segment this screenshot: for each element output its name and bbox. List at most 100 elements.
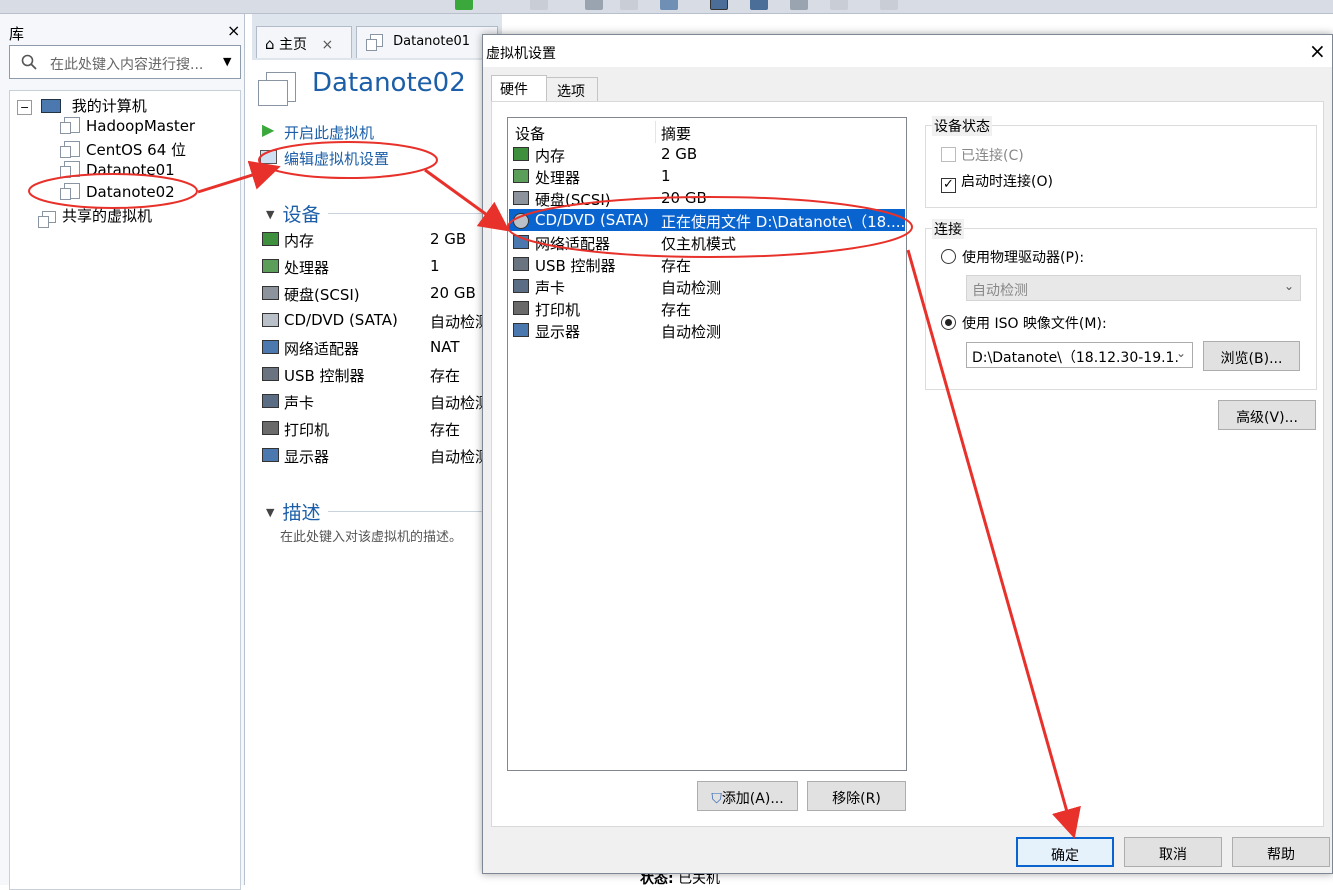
remove-hardware-button[interactable]: 移除(R) (807, 781, 906, 811)
vm-device-name: 网络适配器 (284, 340, 360, 358)
hardware-row[interactable]: 网络适配器 仅主机模式 (509, 231, 905, 253)
advanced-button[interactable]: 高级(V)... (1218, 400, 1316, 430)
toolbar-icon[interactable] (790, 0, 808, 10)
tab-options[interactable]: 选项 (546, 77, 598, 102)
column-header-device[interactable]: 设备 (515, 123, 545, 144)
hardware-summary: 仅主机模式 (661, 235, 737, 253)
vm-device-value: 20 GB (430, 284, 476, 302)
toolbar-icon[interactable] (530, 0, 548, 10)
vm-settings-dialog: 虚拟机设置 × 硬件 选项 设备 摘要 内存 2 GB 处理器 1 硬盘(SCSI) 20… (482, 34, 1333, 874)
hardware-row[interactable]: CD/DVD (SATA) 正在使用文件 D:\Datanote\（18.... (509, 209, 905, 231)
hardware-row[interactable]: 处理器 1 (509, 165, 905, 187)
add-hardware-button[interactable]: ⛉添加(A)... (697, 781, 798, 811)
column-header-summary[interactable]: 摘要 (661, 123, 691, 144)
help-button[interactable]: 帮助 (1232, 837, 1330, 867)
vm-device-name: 内存 (284, 232, 315, 250)
collapse-arrow-icon: ▼ (266, 506, 275, 519)
tab-home[interactable]: ⌂ 主页 × (256, 26, 352, 58)
tree-item-my-computer[interactable]: − 我的计算机 (17, 95, 147, 116)
connect-at-power-on-label: 启动时连接(O) (961, 174, 1053, 190)
vm-device-row[interactable]: 声卡 (262, 392, 315, 413)
physical-drive-radio[interactable]: 使用物理驱动器(P): (941, 247, 1084, 267)
vm-device-row[interactable]: 处理器 (262, 257, 329, 278)
iso-file-combo[interactable]: D:\Datanote\（18.12.30-19.1. ⌄ (966, 342, 1193, 368)
toolbar-icon[interactable] (710, 0, 728, 10)
hardware-list-header: 设备 摘要 (509, 121, 905, 143)
chevron-down-icon[interactable]: ▼ (223, 55, 231, 68)
vm-device-value: 存在 (430, 367, 461, 385)
tab-label: Datanote01 (393, 34, 471, 49)
cd-dvd-icon (513, 213, 529, 229)
search-placeholder: 在此处键入内容进行搜... (50, 57, 204, 73)
vm-icon (60, 141, 80, 158)
vm-device-row[interactable]: CD/DVD (SATA) (262, 311, 398, 329)
toolbar-icon[interactable] (620, 0, 638, 10)
edit-settings-link[interactable]: 编辑虚拟机设置 (260, 148, 389, 169)
hardware-row[interactable]: 打印机 存在 (509, 297, 905, 319)
connect-at-power-on-checkbox[interactable]: ✓ 启动时连接(O) (941, 171, 1053, 193)
search-icon (21, 54, 37, 70)
tree-label: 共享的虚拟机 (62, 207, 153, 225)
ok-button[interactable]: 确定 (1016, 837, 1114, 867)
description-section-header[interactable]: ▼ 描述 (266, 498, 320, 525)
toolbar-icon[interactable] (585, 0, 603, 10)
tab-close-button[interactable]: × (321, 37, 333, 53)
vm-summary-panel: Datanote02 ▶ 开启此虚拟机 编辑虚拟机设置 ▼ 设备 ▼ 描述 在此处键入… (252, 60, 490, 885)
hardware-device: 内存 (535, 147, 566, 165)
toolbar-icon[interactable] (880, 0, 898, 10)
tree-item-vm-selected[interactable]: Datanote02 (60, 183, 175, 201)
devices-section-header[interactable]: ▼ 设备 (266, 200, 320, 227)
vm-device-name: 打印机 (284, 421, 330, 439)
toolbar-icon[interactable] (750, 0, 768, 10)
tree-item-vm[interactable]: CentOS 64 位 (60, 139, 187, 160)
vm-device-row[interactable]: 网络适配器 (262, 338, 360, 359)
library-search-input[interactable]: 在此处键入内容进行搜... ▼ (9, 45, 241, 79)
toolbar-icon[interactable] (660, 0, 678, 10)
library-tree: − 我的计算机 HadoopMaster CentOS 64 位 Datanot… (9, 90, 241, 890)
description-section-title: 描述 (282, 502, 321, 524)
vm-device-row[interactable]: 显示器 (262, 446, 329, 467)
section-divider (328, 511, 488, 512)
iso-file-radio[interactable]: 使用 ISO 映像文件(M): (941, 313, 1107, 333)
computer-icon (41, 99, 61, 113)
collapse-icon[interactable]: − (17, 100, 33, 115)
vm-device-row[interactable]: 打印机 (262, 419, 330, 440)
toolbar-icon[interactable] (830, 0, 848, 10)
display-icon (262, 448, 279, 462)
hardware-row[interactable]: 显示器 自动检测 (509, 319, 905, 341)
vm-device-name: 声卡 (284, 394, 315, 412)
tree-item-shared-vms[interactable]: 共享的虚拟机 (38, 205, 153, 228)
hardware-row[interactable]: 内存 2 GB (509, 143, 905, 165)
sound-card-icon (262, 394, 279, 408)
display-icon (513, 323, 529, 337)
vm-device-row[interactable]: 内存 (262, 230, 315, 251)
hardware-row[interactable]: 声卡 自动检测 (509, 275, 905, 297)
devices-section-title: 设备 (282, 204, 321, 226)
hardware-device: 硬盘(SCSI) (535, 191, 611, 209)
play-icon[interactable] (455, 0, 473, 10)
tab-hardware[interactable]: 硬件 (491, 75, 547, 104)
library-close-button[interactable]: × (227, 21, 240, 40)
hardware-list[interactable]: 设备 摘要 内存 2 GB 处理器 1 硬盘(SCSI) 20 GB CD/DVD (SAT… (507, 117, 907, 771)
memory-icon (513, 147, 529, 161)
vm-device-row[interactable]: USB 控制器 (262, 365, 365, 386)
tree-item-vm[interactable]: Datanote01 (60, 161, 175, 179)
vm-device-value: 1 (430, 257, 440, 275)
dialog-close-button[interactable]: × (1309, 39, 1326, 63)
hardware-device: USB 控制器 (535, 257, 616, 275)
power-on-link[interactable]: ▶ 开启此虚拟机 (262, 120, 375, 143)
hardware-device: 网络适配器 (535, 235, 611, 253)
tree-item-vm[interactable]: HadoopMaster (60, 117, 195, 135)
tab-datanote01[interactable]: Datanote01 (356, 26, 498, 58)
chevron-down-icon[interactable]: ⌄ (1175, 346, 1186, 360)
description-placeholder[interactable]: 在此处键入对该虚拟机的描述。 (280, 526, 462, 545)
connected-checkbox: 已连接(C) (941, 145, 1024, 165)
power-on-label: 开启此虚拟机 (284, 124, 375, 142)
settings-icon (260, 150, 277, 164)
hardware-row[interactable]: 硬盘(SCSI) 20 GB (509, 187, 905, 209)
cancel-button[interactable]: 取消 (1124, 837, 1222, 867)
browse-button[interactable]: 浏览(B)... (1203, 341, 1300, 371)
hardware-row[interactable]: USB 控制器 存在 (509, 253, 905, 275)
vm-device-row[interactable]: 硬盘(SCSI) (262, 284, 360, 305)
tree-label: CentOS 64 位 (86, 141, 187, 159)
